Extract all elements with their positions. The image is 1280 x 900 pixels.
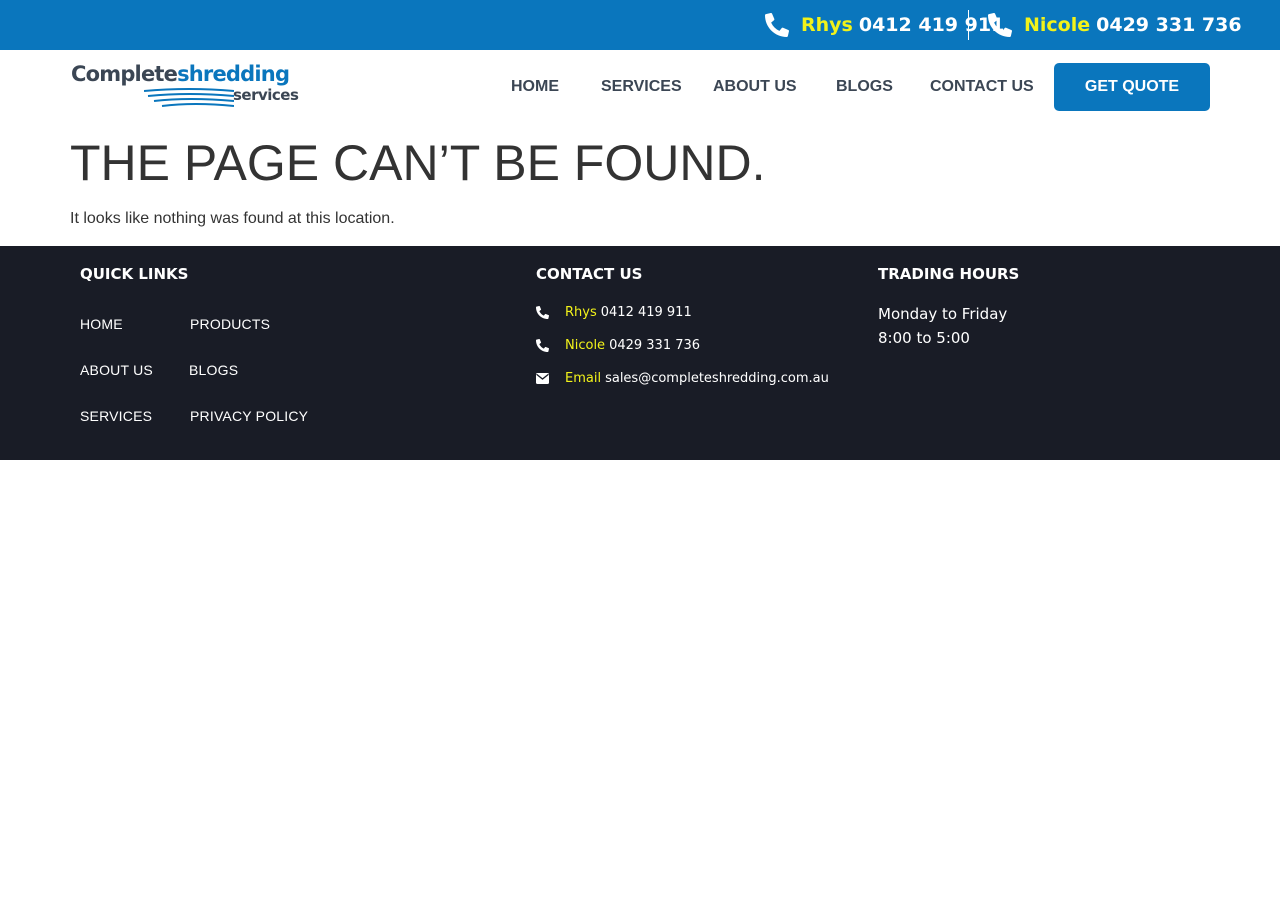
site-footer: QUICK LINKS HOME ABOUT US SERVICES PRODU… (0, 246, 1280, 460)
footer-link-products[interactable]: PRODUCTS (190, 316, 270, 332)
footer-link-about-us[interactable]: ABOUT US (80, 362, 153, 378)
contact-row-nicole[interactable]: Nicole 0429 331 736 (536, 335, 700, 355)
logo-swoosh-icon (144, 88, 234, 107)
contact-value: 0429 331 736 (609, 337, 701, 353)
topbar-phone-name: Rhys (801, 14, 853, 36)
logo-wordmark: Completeshredding (71, 62, 290, 86)
contact-row-rhys[interactable]: Rhys 0412 419 911 (536, 302, 692, 322)
topbar-phone-number: 0412 419 911 (858, 14, 1005, 36)
nav-contact-us[interactable]: CONTACT US (930, 63, 1034, 111)
logo-word-shredding: shredding (177, 62, 290, 86)
top-contact-bar: Rhys 0412 419 911 Nicole 0429 331 736 (0, 0, 1280, 50)
quick-links-heading: QUICK LINKS (80, 265, 189, 283)
footer-link-home[interactable]: HOME (80, 316, 123, 332)
nav-about-us[interactable]: ABOUT US (713, 63, 797, 111)
nav-home[interactable]: HOME (511, 63, 559, 111)
envelope-icon (536, 371, 550, 385)
footer-link-blogs[interactable]: BLOGS (189, 362, 238, 378)
footer-link-privacy-policy[interactable]: PRIVACY POLICY (190, 408, 308, 424)
trading-hours-heading: TRADING HOURS (878, 265, 1020, 283)
not-found-message: It looks like nothing was found at this … (70, 210, 395, 227)
logo-word-complete: Complete (71, 62, 178, 86)
trading-hours-days: Monday to Friday (878, 305, 1008, 323)
site-logo[interactable]: Completeshredding services (70, 62, 300, 110)
nav-services[interactable]: SERVICES (601, 63, 682, 111)
contact-label: Rhys (565, 304, 597, 320)
contact-row-email[interactable]: Email sales@completeshredding.com.au (536, 368, 829, 388)
topbar-phone-name: Nicole (1024, 14, 1091, 36)
get-quote-button[interactable]: GET QUOTE (1054, 63, 1210, 111)
topbar-phone-nicole[interactable]: Nicole 0429 331 736 (988, 0, 1242, 50)
contact-label: Nicole (565, 337, 606, 353)
trading-hours-times: 8:00 to 5:00 (878, 329, 970, 347)
topbar-divider (968, 10, 969, 40)
logo-word-services: services (233, 86, 299, 104)
nav-blogs[interactable]: BLOGS (836, 63, 893, 111)
topbar-phone-number: 0429 331 736 (1096, 14, 1242, 36)
contact-label: Email (565, 370, 602, 386)
contact-heading: CONTACT US (536, 265, 643, 283)
phone-icon (765, 13, 789, 37)
footer-link-services[interactable]: SERVICES (80, 408, 152, 424)
contact-value: 0412 419 911 (600, 304, 692, 320)
phone-icon (536, 338, 550, 352)
contact-value: sales@completeshredding.com.au (605, 370, 829, 386)
phone-icon (536, 305, 550, 319)
phone-icon (988, 13, 1012, 37)
page-title: THE PAGE CAN’T BE FOUND. (70, 135, 766, 191)
